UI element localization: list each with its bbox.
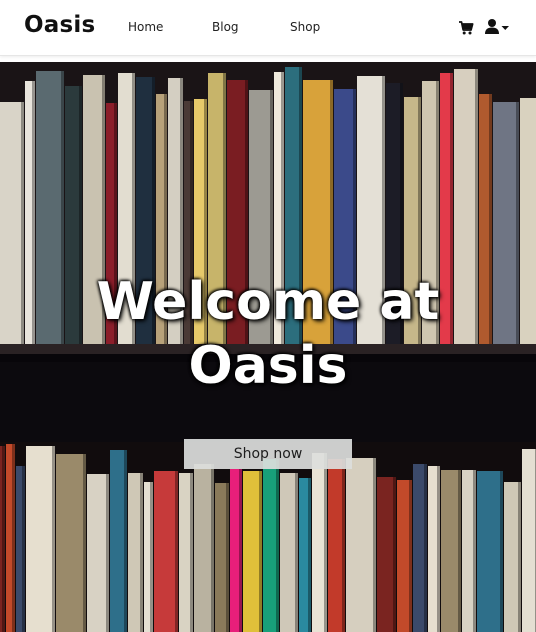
book-spine	[26, 446, 55, 632]
book-spine-shadow	[409, 480, 412, 632]
book-spine	[522, 449, 536, 632]
book-spine-shadow	[295, 473, 298, 632]
book-spine-shadow	[276, 459, 279, 632]
hero-title-line-1: Welcome at	[96, 272, 440, 332]
top-navbar: Oasis Home Blog Shop	[0, 0, 536, 56]
user-icon	[485, 19, 499, 34]
book-spine-shadow	[211, 464, 214, 632]
book-spine-shadow	[473, 470, 476, 632]
shop-now-button[interactable]: Shop now	[184, 439, 352, 469]
book-spine-shadow	[373, 458, 376, 632]
book-spine-shadow	[259, 471, 262, 632]
book-spine-shadow	[500, 471, 503, 632]
book-spine-shadow	[12, 444, 15, 632]
cart-icon[interactable]	[458, 20, 474, 36]
brand-logo[interactable]: Oasis	[24, 12, 95, 38]
book-spine-shadow	[124, 450, 127, 632]
book-spine-shadow	[190, 473, 193, 632]
hero-title-line-2: Oasis	[188, 336, 348, 396]
book-spine-shadow	[324, 453, 327, 632]
book-spine-shadow	[83, 454, 86, 632]
book-spine	[346, 458, 376, 632]
book-spine-shadow	[226, 483, 229, 632]
book-spine	[56, 454, 86, 632]
book-spine-shadow	[239, 469, 242, 632]
book-spine-shadow	[175, 471, 178, 632]
book-spine	[87, 474, 109, 632]
book-spine-shadow	[106, 474, 109, 632]
book-spine-shadow	[342, 459, 345, 632]
hero-banner: Welcome at Oasis Shop now	[0, 62, 536, 632]
book-spine-shadow	[458, 470, 461, 632]
hero-title: Welcome at Oasis	[0, 270, 536, 398]
book-spine-shadow	[2, 446, 5, 632]
book-spine-shadow	[22, 466, 25, 632]
book-spine-shadow	[518, 482, 521, 632]
book-spine	[477, 471, 503, 632]
book-spine-shadow	[52, 446, 55, 632]
nav-link-blog[interactable]: Blog	[212, 20, 239, 34]
book-spine-shadow	[437, 466, 440, 632]
book-spine-shadow	[150, 482, 153, 632]
book-spine-shadow	[308, 478, 311, 632]
caret-down-icon	[501, 26, 509, 30]
book-spine	[154, 471, 178, 632]
nav-link-shop[interactable]: Shop	[290, 20, 320, 34]
book-spine-shadow	[424, 464, 427, 632]
book-spine-shadow	[140, 473, 143, 632]
nav-link-home[interactable]: Home	[128, 20, 163, 34]
user-menu-toggle[interactable]	[484, 18, 510, 36]
book-spine-shadow	[393, 477, 396, 632]
